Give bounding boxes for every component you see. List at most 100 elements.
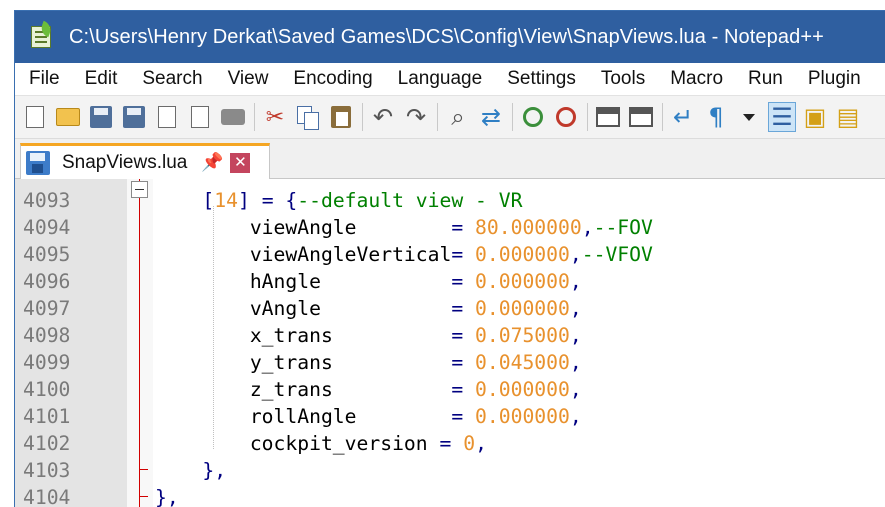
code-line[interactable]: 4094 viewAngle = 80.000000,--FOV	[15, 214, 885, 241]
menu-item-encoding[interactable]: Encoding	[293, 68, 372, 90]
open-file-button[interactable]	[54, 102, 82, 132]
new-file-icon	[26, 106, 44, 128]
menu-item-macro[interactable]: Macro	[670, 68, 723, 90]
code-line[interactable]: 4104},	[15, 484, 885, 507]
code-token: 80.000000	[475, 216, 582, 239]
replace-icon: ⇄	[480, 103, 502, 131]
zoom-in-button[interactable]	[519, 102, 547, 132]
print-button[interactable]	[219, 102, 247, 132]
replace-button[interactable]: ⇄	[477, 102, 505, 132]
code-line[interactable]: 4100 z_trans = 0.000000,	[15, 376, 885, 403]
close-button[interactable]	[153, 102, 181, 132]
code-token: hAngle	[249, 270, 452, 293]
save-all-button[interactable]	[120, 102, 148, 132]
sync-vertical-button[interactable]	[594, 102, 622, 132]
sync-vertical-icon	[596, 107, 620, 127]
document-tab-bar: SnapViews.lua 📌 ✕	[15, 139, 885, 179]
menu-item-language[interactable]: Language	[398, 68, 483, 90]
undo-button[interactable]: ↶	[369, 102, 397, 132]
code-text: z_trans = 0.000000,	[155, 376, 582, 403]
redo-button[interactable]: ↷	[402, 102, 430, 132]
toolbar-separator	[254, 103, 255, 131]
notepad-plus-plus-app-icon	[29, 20, 55, 50]
code-text: x_trans = 0.075000,	[155, 322, 582, 349]
sync-horizontal-button[interactable]	[627, 102, 655, 132]
code-line[interactable]: 4096 hAngle = 0.000000,	[15, 268, 885, 295]
code-text: viewAngle = 80.000000,--FOV	[155, 214, 653, 241]
save-all-icon	[123, 106, 145, 128]
toolbar-separator	[362, 103, 363, 131]
close-all-button[interactable]	[186, 102, 214, 132]
menu-item-search[interactable]: Search	[142, 68, 202, 90]
line-number: 4099	[23, 351, 71, 374]
code-token: ,	[569, 351, 582, 374]
function-list-icon: ▣	[803, 103, 827, 131]
menu-bar: File Edit Search View Encoding Language Settin…	[15, 63, 885, 95]
save-button[interactable]	[87, 102, 115, 132]
copy-button[interactable]	[294, 102, 322, 132]
code-line[interactable]: 4093 [14] = {--default view - VR	[15, 187, 885, 214]
function-list-button[interactable]: ▣	[801, 102, 829, 132]
code-token: 0.000000	[475, 297, 570, 320]
indent-guide-button[interactable]: ☰	[768, 102, 796, 132]
cut-button[interactable]: ✂	[261, 102, 289, 132]
menu-item-settings[interactable]: Settings	[507, 68, 576, 90]
code-token: --FOV	[593, 216, 653, 239]
tab-close-icon[interactable]: ✕	[230, 152, 251, 173]
code-line[interactable]: 4102 cockpit_version = 0,	[15, 430, 885, 457]
code-line[interactable]: 4099 y_trans = 0.045000,	[15, 349, 885, 376]
code-token: ,	[475, 432, 487, 455]
menu-item-edit[interactable]: Edit	[85, 68, 118, 90]
line-number: 4094	[23, 216, 71, 239]
menu-item-plugin[interactable]: Plugin	[808, 68, 861, 90]
line-number: 4096	[23, 270, 71, 293]
menu-item-view[interactable]: View	[228, 68, 269, 90]
paste-button[interactable]	[327, 102, 355, 132]
copy-icon	[297, 106, 319, 130]
new-file-button[interactable]	[21, 102, 49, 132]
word-wrap-button[interactable]: ↵	[669, 102, 697, 132]
code-token: viewAngle	[249, 216, 452, 239]
code-token: [	[202, 189, 215, 212]
menu-item-tools[interactable]: Tools	[601, 68, 645, 90]
code-token: ,	[569, 297, 582, 320]
code-token: x_trans	[249, 324, 452, 347]
zoom-out-button[interactable]	[552, 102, 580, 132]
code-line[interactable]: 4103 },	[15, 457, 885, 484]
folder-as-workspace-button[interactable]: ▤	[834, 102, 862, 132]
show-all-characters-button[interactable]: ¶	[702, 102, 730, 132]
show-symbol-dropdown[interactable]	[735, 102, 763, 132]
folder-as-workspace-icon: ▤	[836, 103, 860, 131]
code-text: vAngle = 0.000000,	[155, 295, 582, 322]
code-token: ] = {	[238, 189, 298, 212]
saved-file-icon	[26, 150, 50, 175]
tab-snapviews-lua[interactable]: SnapViews.lua 📌 ✕	[20, 143, 270, 179]
code-token: 14	[214, 189, 238, 212]
code-token: 0.000000	[475, 405, 570, 428]
menu-item-run[interactable]: Run	[748, 68, 783, 90]
title-bar[interactable]: C:\Users\Henry Derkat\Saved Games\DCS\Co…	[15, 11, 885, 63]
code-line[interactable]: 4098 x_trans = 0.075000,	[15, 322, 885, 349]
code-text: },	[155, 457, 226, 484]
code-token: y_trans	[249, 351, 452, 374]
code-token: ,	[569, 270, 582, 293]
menu-item-file[interactable]: File	[29, 68, 60, 90]
toolbar-separator	[587, 103, 588, 131]
code-line[interactable]: 4101 rollAngle = 0.000000,	[15, 403, 885, 430]
toolbar: ✂ ↶ ↷ ⌕ ⇄ ↵ ¶ ☰ ▣ ▤	[15, 95, 885, 139]
code-token: },	[155, 486, 179, 507]
find-button[interactable]: ⌕	[444, 102, 472, 132]
undo-icon: ↶	[372, 103, 394, 131]
code-line[interactable]: 4095 viewAngleVertical= 0.000000,--VFOV	[15, 241, 885, 268]
code-token: =	[451, 351, 476, 374]
code-line[interactable]: 4097 vAngle = 0.000000,	[15, 295, 885, 322]
code-editor[interactable]: 4093 [14] = {--default view - VR 4094 vie…	[15, 179, 885, 507]
code-token: ,	[569, 378, 582, 401]
pin-icon[interactable]: 📌	[201, 152, 223, 173]
code-token: =	[451, 243, 476, 266]
line-number: 4103	[23, 459, 71, 482]
code-token: 0	[463, 432, 476, 455]
find-icon: ⌕	[451, 103, 465, 131]
code-token: z_trans	[249, 378, 452, 401]
code-token: ,	[569, 324, 582, 347]
